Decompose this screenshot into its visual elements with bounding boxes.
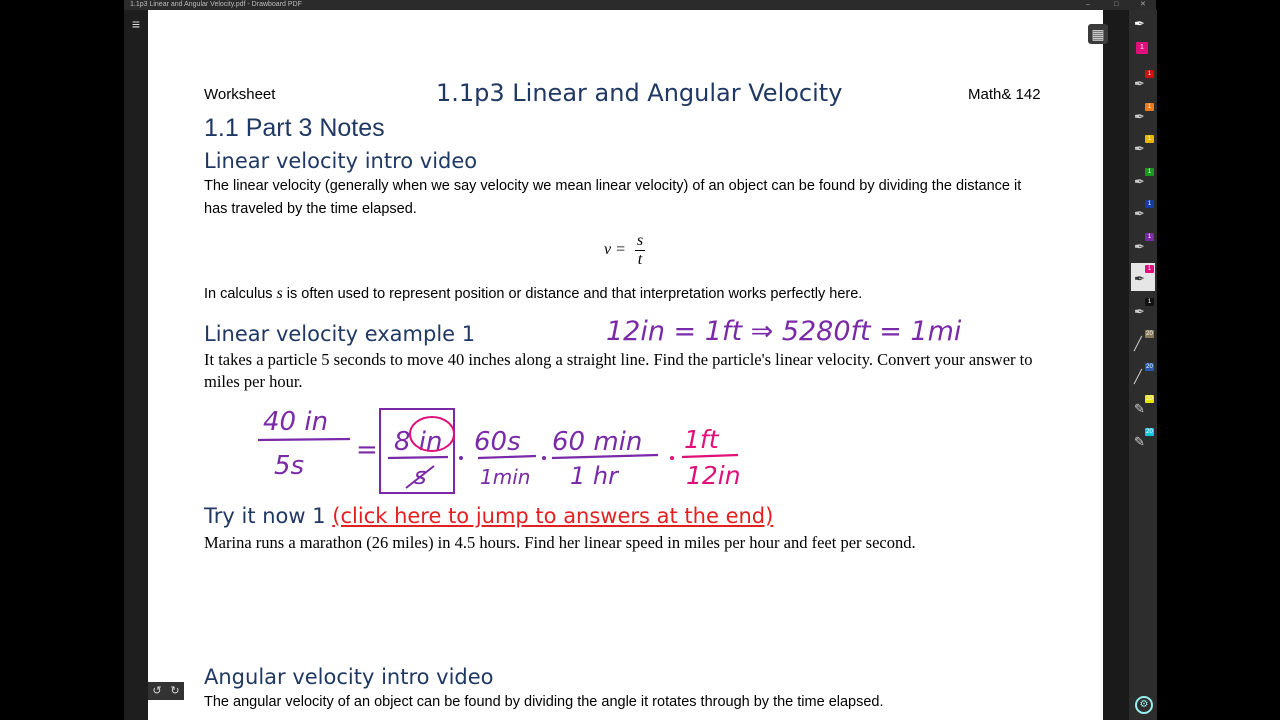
tool-badge: 1: [1145, 232, 1154, 241]
undo-redo-bar: ↺ ↻: [148, 682, 184, 700]
ink-equals: =: [356, 435, 378, 465]
pen-tool-blue[interactable]: ✒ 1: [1131, 198, 1155, 226]
ink-d-den: 1 hr: [570, 462, 620, 490]
maximize-icon[interactable]: □: [1114, 0, 1118, 10]
ink-conversion-line: 12in = 1ft ⇒ 5280ft = 1mi: [606, 316, 962, 347]
ink-a-den: 5s: [274, 451, 304, 481]
close-icon[interactable]: ✕: [1140, 0, 1146, 10]
tool-badge: 20: [1145, 395, 1154, 403]
dashed-pen-tool-blue[interactable]: ╱ 20: [1131, 361, 1155, 389]
tool-badge: 1: [1145, 265, 1154, 273]
ink-e-num: 1ft: [684, 425, 720, 454]
ink-e-den: 12in: [686, 461, 741, 490]
ink-c-num: 60s: [474, 427, 521, 457]
right-margin: [1157, 0, 1280, 720]
title-bar: 1.1p3 Linear and Angular Velocity.pdf - …: [124, 0, 1156, 10]
pen-icon: ✒: [1134, 173, 1145, 189]
tool-badge: 1: [1145, 297, 1154, 306]
active-color-indicator[interactable]: 1: [1131, 38, 1155, 66]
pen-tool-yellow[interactable]: ✒ 1: [1131, 133, 1155, 161]
tool-badge: 1: [1145, 200, 1154, 208]
window-title: 1.1p3 Linear and Angular Velocity.pdf - …: [130, 1, 302, 8]
minimize-icon[interactable]: –: [1086, 0, 1090, 10]
undo-icon[interactable]: ↺: [149, 682, 165, 700]
dashed-pen-icon: ╱: [1134, 336, 1142, 351]
left-sidebar: [124, 10, 148, 720]
pen-mode-toggle[interactable]: ✒: [1131, 12, 1155, 40]
redo-icon[interactable]: ↻: [167, 682, 183, 700]
pen-icon: ✒: [1134, 108, 1145, 124]
tool-badge: 20: [1145, 427, 1154, 436]
pen-icon: ✒: [1134, 303, 1145, 319]
tool-badge: 1: [1145, 135, 1154, 143]
ink-layer: 12in = 1ft ⇒ 5280ft = 1mi 40 in 5s = 8 i…: [257, 316, 962, 494]
tool-badge: 1: [1145, 167, 1154, 176]
pen-icon: ✒: [1134, 76, 1145, 91]
pen-tool-magenta[interactable]: ✒ 1: [1131, 263, 1155, 291]
dashed-pen-tool-tan[interactable]: ╱ 20: [1131, 328, 1155, 356]
highlighter-icon: ✎: [1134, 433, 1145, 449]
tool-badge: 20: [1145, 330, 1154, 338]
pen-icon: ✒: [1134, 141, 1145, 156]
viewer-gutter: [1103, 10, 1129, 720]
ink-a-num: 40 in: [263, 407, 328, 437]
pen-icon: ✒: [1134, 238, 1145, 254]
highlighter-icon: ✎: [1134, 401, 1145, 416]
tool-badge: 20: [1145, 362, 1154, 371]
highlighter-tool-yellow[interactable]: ✎ 20: [1131, 393, 1155, 421]
pen-tool-green[interactable]: ✒ 1: [1131, 166, 1155, 194]
tool-badge: 1: [1145, 102, 1154, 111]
pen-icon: ✒: [1134, 16, 1145, 31]
pen-tool-black[interactable]: ✒ 1: [1131, 296, 1155, 324]
pdf-page[interactable]: Worksheet 1.1p3 Linear and Angular Veloc…: [148, 10, 1103, 720]
pen-tool-purple[interactable]: ✒ 1: [1131, 231, 1155, 259]
tool-badge: 1: [1145, 70, 1154, 78]
settings-icon[interactable]: ⚙: [1135, 696, 1153, 714]
pen-icon: ✒: [1134, 271, 1145, 286]
pen-tool-red[interactable]: ✒ 1: [1131, 68, 1155, 96]
menu-icon[interactable]: ≡: [128, 16, 144, 32]
dashed-pen-icon: ╱: [1134, 368, 1142, 384]
active-color-badge: 1: [1136, 42, 1148, 54]
pen-tool-orange[interactable]: ✒ 1: [1131, 101, 1155, 129]
ink-b-num: 8 in: [394, 427, 443, 457]
grid-view-icon[interactable]: ▦: [1088, 24, 1108, 44]
ink-d-num: 60 min: [552, 427, 642, 457]
highlighter-tool-cyan[interactable]: ✎ 20: [1131, 426, 1155, 454]
ink-c-den: 1min: [480, 465, 530, 489]
pen-icon: ✒: [1134, 206, 1145, 221]
